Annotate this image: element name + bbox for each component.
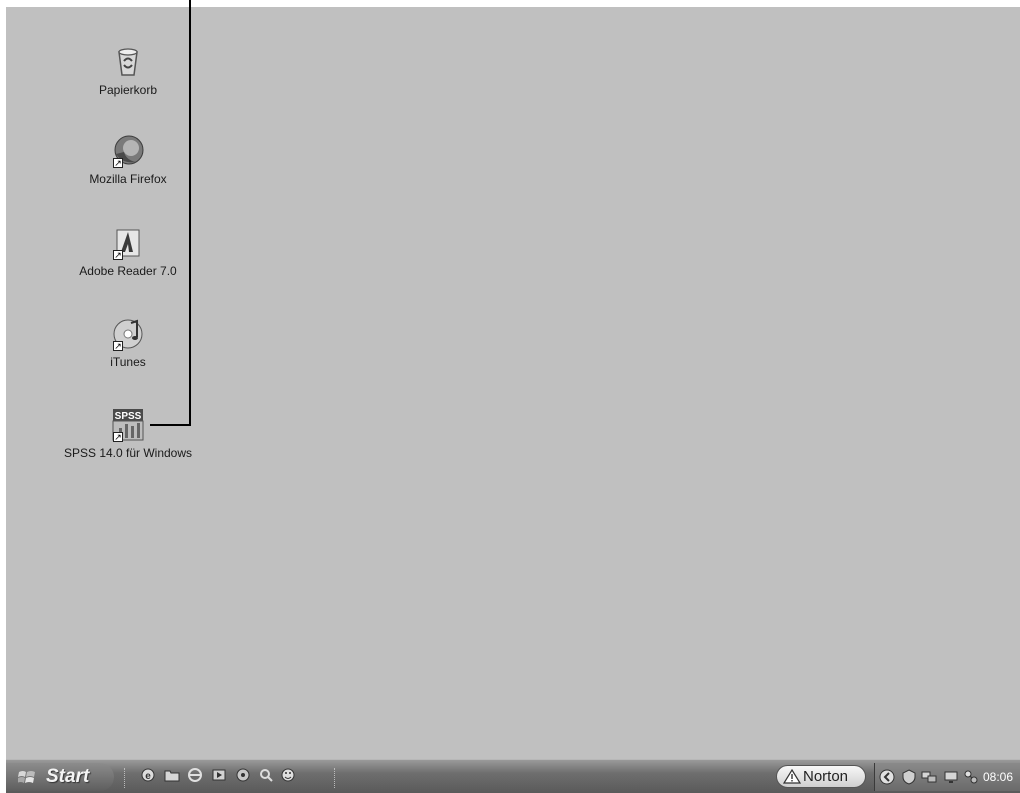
- desktop[interactable]: Papierkorb ↗ Mozilla Firefox ↗ Adobe Rea…: [6, 7, 1020, 759]
- system-tray: 08:06: [874, 763, 1020, 791]
- desktop-icon-label: Adobe Reader 7.0: [79, 264, 177, 278]
- taskbar-grip[interactable]: [334, 768, 337, 788]
- itunes-icon: ↗: [111, 317, 145, 351]
- adobe-reader-icon: ↗: [111, 226, 145, 260]
- desktop-icon-label: Mozilla Firefox: [89, 172, 167, 186]
- callout-line-horizontal: [150, 424, 191, 426]
- shortcut-arrow-icon: ↗: [113, 432, 123, 442]
- shortcut-arrow-icon: ↗: [113, 250, 123, 260]
- desktop-icon-firefox[interactable]: ↗ Mozilla Firefox: [58, 134, 198, 186]
- windows-logo-icon: [18, 771, 35, 783]
- browser-icon[interactable]: [187, 767, 203, 783]
- spss-icon: SPSS ↗: [111, 408, 145, 442]
- svg-text:e: e: [145, 771, 151, 782]
- firefox-icon: ↗: [111, 134, 145, 168]
- smiley-icon[interactable]: [280, 767, 296, 783]
- shortcut-arrow-icon: ↗: [113, 158, 123, 168]
- norton-label: Norton: [803, 768, 849, 785]
- callout-line: [189, 0, 191, 426]
- search-icon[interactable]: [258, 767, 274, 783]
- taskbar: Start e Norton 08:06: [6, 759, 1020, 793]
- desktop-icon-label: iTunes: [110, 355, 146, 369]
- desktop-icon-recycle-bin[interactable]: Papierkorb: [58, 45, 198, 97]
- desktop-icon-adobe-reader[interactable]: ↗ Adobe Reader 7.0: [58, 226, 198, 278]
- connection-icon[interactable]: [963, 769, 979, 785]
- network-icon[interactable]: [921, 769, 937, 785]
- spss-logo-text: SPSS: [115, 411, 142, 422]
- norton-button[interactable]: Norton: [776, 765, 866, 788]
- internet-explorer-icon[interactable]: e: [140, 767, 156, 783]
- desktop-icon-label: SPSS 14.0 für Windows: [63, 446, 193, 460]
- start-button[interactable]: Start: [6, 763, 114, 791]
- expand-tray-icon[interactable]: [879, 769, 895, 785]
- warning-icon: [783, 769, 801, 784]
- recycle-bin-icon: [111, 45, 145, 79]
- desktop-icon-itunes[interactable]: ↗ iTunes: [58, 317, 198, 369]
- monitor-icon[interactable]: [943, 769, 959, 785]
- quick-launch-grip[interactable]: [124, 768, 127, 788]
- desktop-icon-spss[interactable]: SPSS ↗ SPSS 14.0 für Windows: [58, 408, 198, 460]
- folder-icon[interactable]: [164, 767, 180, 783]
- network-icon[interactable]: [235, 767, 251, 783]
- start-label: Start: [46, 766, 90, 787]
- shortcut-arrow-icon: ↗: [113, 341, 123, 351]
- security-icon[interactable]: [901, 769, 917, 785]
- clock[interactable]: 08:06: [983, 770, 1013, 784]
- media-icon[interactable]: [211, 767, 227, 783]
- desktop-icon-label: Papierkorb: [98, 83, 158, 97]
